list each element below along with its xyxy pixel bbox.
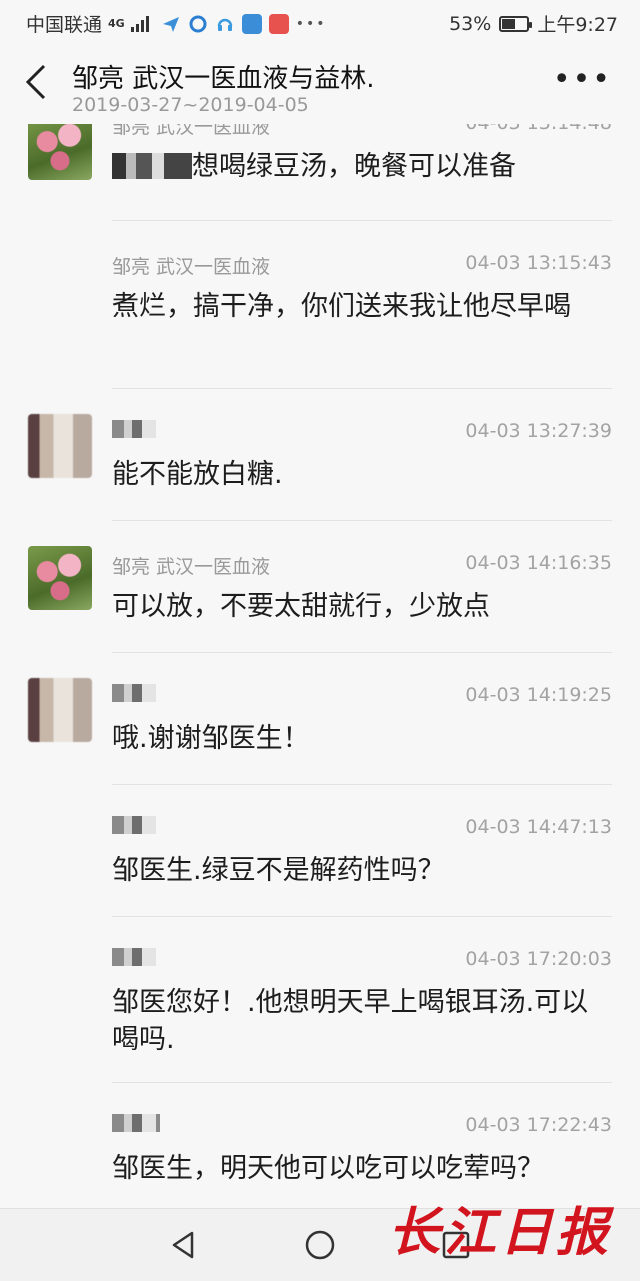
swirl-icon (189, 15, 207, 32)
message-text: 哦.谢谢邹医生！ (112, 723, 310, 754)
message-text: 可以放，不要太甜就行，少放点 (112, 591, 490, 622)
divider (112, 520, 612, 521)
divider (112, 220, 612, 221)
status-bar: 中国联通 4G ••• 53% 上午9:27 (0, 0, 640, 44)
avatar[interactable] (28, 124, 92, 180)
message-time: 04-03 13:15:43 (465, 252, 612, 274)
network-label: 4G (108, 17, 125, 30)
divider (112, 916, 612, 917)
message-time: 04-03 14:47:13 (465, 816, 612, 838)
divider (112, 1082, 612, 1083)
app-badge-icon (241, 13, 262, 34)
message-time: 04-03 17:20:03 (465, 948, 612, 970)
more-dots-icon[interactable]: ••• (553, 62, 612, 97)
red-app-icon (268, 13, 289, 34)
more-notifications-icon: ••• (295, 15, 327, 32)
message-text: 煮烂，搞干净，你们送来我让他尽早喝 (112, 291, 571, 322)
avatar[interactable] (28, 678, 92, 742)
message-time: 04-03 14:16:35 (465, 552, 612, 574)
redacted-sender-name (112, 420, 156, 438)
divider (112, 652, 612, 653)
avatar[interactable] (28, 546, 92, 610)
sender-name: 邹亮 武汉一医血液 (112, 124, 271, 138)
redacted-sender-name (112, 684, 156, 702)
chevron-left-icon[interactable] (20, 62, 52, 102)
circle-home-icon[interactable] (302, 1227, 338, 1263)
triangle-back-icon[interactable] (166, 1227, 202, 1263)
message-time: 04-03 17:22:43 (465, 1114, 612, 1136)
chat-header: 邹亮 武汉一医血液与益林. 2019-03-27~2019-04-05 ••• (0, 44, 640, 124)
avatar[interactable] (28, 414, 92, 478)
sender-name: 邹亮 武汉一医血液 (112, 556, 271, 578)
clock: 上午9:27 (537, 14, 618, 36)
message-time: 04-03 13:27:39 (465, 420, 612, 442)
message-time: 04-03 14:19:25 (465, 684, 612, 706)
redacted-sender-name (112, 948, 156, 966)
carrier-label: 中国联通 (26, 14, 103, 36)
redacted-sender-name (112, 1114, 160, 1132)
chat-title: 邹亮 武汉一医血液与益林. (72, 64, 375, 94)
battery-icon (499, 15, 533, 32)
message-text: 想喝绿豆汤，晚餐可以准备 (112, 148, 606, 185)
redacted-sender-name (112, 816, 156, 834)
message-list[interactable]: 邹亮 武汉一医血液 04-03 13:14:48 想喝绿豆汤，晚餐可以准备 邹亮… (0, 124, 640, 1208)
battery-percent: 53% (449, 12, 492, 35)
redacted-name (112, 153, 192, 179)
send-icon (162, 16, 179, 32)
sender-name: 邹亮 武汉一医血液 (112, 256, 271, 278)
message-time: 04-03 13:14:48 (465, 124, 612, 134)
divider (112, 784, 612, 785)
watermark-logo: 长江日报 (387, 1202, 612, 1263)
message-text: 邹医生，明天他可以吃可以吃荤吗？ (112, 1153, 544, 1184)
divider (112, 388, 612, 389)
signal-icon (130, 15, 149, 32)
message-text: 邹医生.绿豆不是解药性吗？ (112, 855, 445, 886)
message-text: 能不能放白糖. (112, 459, 283, 490)
headset-icon (217, 18, 232, 31)
message-text: 邹医您好！.他想明天早上喝银耳汤.可以喝吗. (112, 987, 589, 1055)
date-range: 2019-03-27~2019-04-05 (72, 94, 309, 116)
